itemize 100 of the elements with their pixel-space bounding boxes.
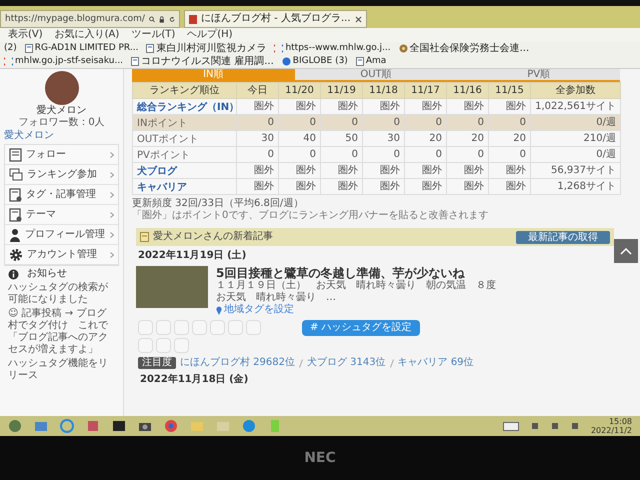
chevron-right-icon — [110, 152, 114, 158]
table-cell: 圏外 — [320, 178, 362, 194]
browser-tab[interactable]: にほんブログ村 - 人気ブログラ... — [184, 10, 367, 28]
empty-tag-slot[interactable] — [156, 338, 171, 354]
follower-count: フォロワー数：0人 — [17, 117, 106, 129]
logo-icon — [4, 57, 13, 66]
page-icon — [131, 57, 140, 66]
empty-tag-slot[interactable] — [156, 320, 171, 336]
gear-icon — [9, 248, 23, 262]
table-cell: 圏外 — [446, 178, 488, 194]
app-icon[interactable] — [112, 419, 126, 433]
refresh-icon[interactable] — [168, 14, 175, 24]
close-icon[interactable] — [354, 16, 362, 22]
empty-tag-slot[interactable] — [228, 320, 243, 336]
address-field[interactable]: https://mypage.blogmura.com/ — [0, 10, 180, 28]
sidebar-menu-item[interactable]: フォロー — [5, 145, 118, 165]
sidebar-menu-item[interactable]: テーマ — [5, 205, 118, 225]
location-tag-link[interactable]: 地域タグを設定 — [216, 304, 294, 316]
photo-placeholder — [136, 266, 208, 308]
post-meta: １１月１９日（土） お天気 晴れ時々曇り 朝の気温 ８度 — [216, 280, 496, 292]
table-cell: 圏外 — [404, 178, 446, 194]
column-header: 全参加数 — [530, 82, 620, 98]
fetch-latest-button[interactable]: 最新記事の取得 — [516, 230, 610, 244]
brand-logo-text: NEC — [304, 450, 336, 466]
favorite-link[interactable]: コロナウイルス関連 雇用調... — [131, 55, 274, 68]
sidebar-menu-item[interactable]: ランキング参加 — [5, 165, 118, 185]
blog-link[interactable]: 愛犬メロン — [4, 129, 54, 142]
post-excerpt: お天気 晴れ時々曇り … — [216, 292, 336, 304]
chevron-up-icon — [620, 248, 632, 254]
favorite-link[interactable]: https--www.mhlw.go.j... — [274, 42, 391, 55]
post-date: 2022年11月18日 (金) — [140, 374, 248, 386]
menu-item[interactable]: ツール(T) — [131, 29, 176, 41]
empty-tag-slot[interactable] — [192, 320, 207, 336]
empty-tag-slot[interactable] — [246, 320, 261, 336]
table-cell: 圏外 — [488, 178, 530, 194]
tab[interactable]: OUT順 — [294, 69, 458, 80]
favorite-link[interactable]: Ama — [356, 55, 386, 68]
chevron-right-icon — [110, 212, 114, 218]
person-icon — [9, 228, 21, 242]
sidebar-menu-item[interactable]: プロフィール管理 — [5, 225, 118, 245]
column-header: ランキング順位 — [132, 82, 236, 98]
keyboard-icon[interactable] — [502, 422, 519, 430]
favorite-link[interactable]: 全国社会保険労務士会連... — [398, 42, 530, 55]
slash-separator-icon — [299, 358, 303, 368]
row-label: INポイント — [137, 118, 188, 129]
ranking-link[interactable]: キャバリア 69位 — [398, 357, 474, 370]
profile-name: 愛犬メロン — [36, 105, 88, 117]
section-title: 愛犬メロンさんの新着記事 — [153, 231, 274, 243]
page-icon — [24, 44, 33, 53]
notice-text: ☺ 記事投稿 → ブログ村でタグ付け これで「ブログ記事へのアクセスが増えますよ」 — [7, 308, 109, 356]
notice-text: ハッシュタグ機能をリリース — [7, 358, 109, 382]
ranking-link[interactable]: 犬ブログ 3143位 — [307, 357, 386, 370]
document-icon — [9, 208, 22, 222]
sidebar-menu-item[interactable]: アカウント管理 — [5, 245, 118, 265]
map-pin-icon — [216, 306, 222, 315]
post-date: 2022年11月19日 (土) — [138, 250, 246, 262]
chevron-right-icon — [110, 192, 114, 198]
chevron-right-icon — [110, 172, 114, 178]
empty-tag-slot[interactable] — [174, 320, 189, 336]
menu-item[interactable]: 表示(V) — [8, 29, 43, 41]
scroll-to-top-button[interactable] — [614, 239, 638, 263]
row-label: PVポイント — [137, 150, 190, 161]
table-cell: 圏外 — [362, 178, 404, 194]
ranking-note: 「圏外」はポイント0です、ブログにランキング用バナーを貼ると改善されます — [132, 210, 488, 222]
notice-title: お知らせ — [27, 268, 67, 280]
ranking-link[interactable]: にほんブログ村 29682位 — [180, 357, 295, 370]
menu-item[interactable]: ヘルプ(H) — [187, 29, 233, 41]
info-icon — [8, 268, 19, 280]
clock-time: 15:08 — [608, 417, 632, 426]
favorite-link[interactable]: RG-AD1N LIMITED PR... — [24, 42, 138, 55]
page-icon — [356, 57, 364, 66]
avatar — [44, 71, 78, 105]
lock-icon — [159, 14, 165, 24]
logo-icon — [274, 44, 284, 53]
empty-tag-slot[interactable] — [138, 338, 153, 354]
tab[interactable]: PV順 — [457, 69, 620, 80]
row-label: OUTポイント — [137, 134, 198, 145]
favorite-link[interactable]: (2) — [4, 42, 17, 55]
circle-icon[interactable] — [164, 419, 178, 433]
clock-date: 2022/11/2 — [590, 426, 632, 435]
empty-tag-slot[interactable] — [174, 338, 189, 354]
page-icon — [146, 44, 154, 53]
menu-item[interactable]: お気に入り(A) — [54, 29, 120, 41]
search-icon[interactable] — [148, 14, 156, 24]
notice-text: ハッシュタグの検索が可能になりました — [7, 282, 109, 306]
favorite-link[interactable]: 東白川村河川監視カメラ — [146, 42, 266, 55]
empty-tag-slot[interactable] — [138, 320, 153, 336]
slash-separator-icon — [390, 358, 394, 368]
document-icon — [9, 188, 22, 202]
favorite-link[interactable]: mhlw.go.jp-stf-seisaku... — [4, 55, 124, 68]
ranking-link[interactable]: 総合ランキング（IN） — [137, 102, 240, 113]
sidebar-menu-item[interactable]: タグ・記事管理 — [5, 185, 118, 205]
favorite-link[interactable]: BIGLOBE (3) — [282, 55, 348, 68]
update-frequency: 更新頻度 32回/33日（平均6.8回/週） — [132, 198, 304, 210]
chevron-right-icon — [110, 232, 114, 238]
empty-tag-slot[interactable] — [210, 320, 225, 336]
post-title-link[interactable]: 5回目接種と鷺草の冬越し準備、芋が少ないね — [216, 266, 636, 280]
document-icon — [9, 148, 22, 162]
document-icon — [140, 232, 149, 242]
chevron-right-icon — [110, 252, 114, 258]
